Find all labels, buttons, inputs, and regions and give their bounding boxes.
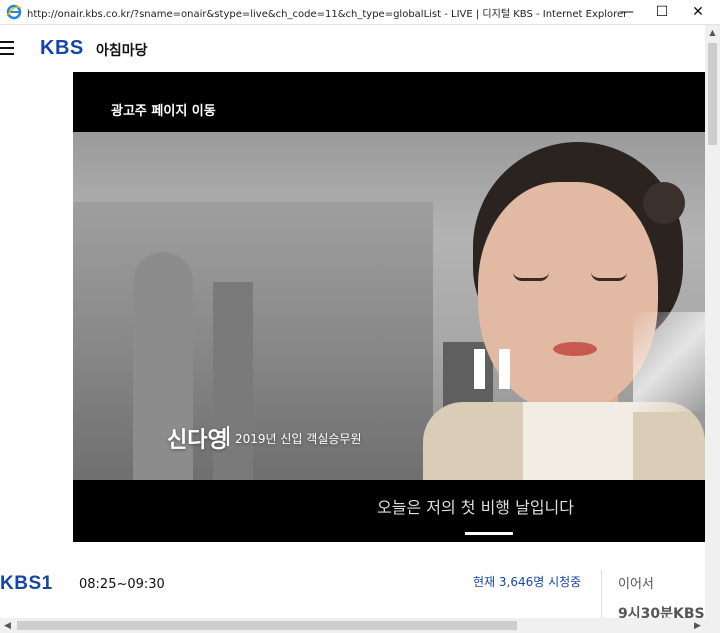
ad-bar: 광고주 페이지 이동 [73,72,705,132]
kbs-logo[interactable]: KBS [40,37,84,60]
subtitle-text: 오늘은 저의 첫 비행 날입니다 [377,498,574,517]
minimize-button[interactable]: — [610,0,644,24]
video-player[interactable]: 광고주 페이지 이동 신다영 2019년 신입 객실승무원 오늘은 저의 첫 비… [73,72,705,542]
subtitle-bar: 오늘은 저의 첫 비행 날입니다 [73,480,705,542]
horizontal-scrollbar[interactable]: ◀ ▶ [0,618,705,633]
maximize-button[interactable]: ☐ [645,0,679,24]
lips [553,342,597,356]
scroll-up-icon[interactable]: ▲ [705,25,720,40]
ie-icon [6,4,22,20]
minimize-icon: — [620,4,634,20]
light-flare [633,312,705,412]
advertiser-page-link[interactable]: 광고주 페이지 이동 [111,100,216,119]
caption-name: 신다영 [167,428,228,453]
pause-icon[interactable] [474,349,510,389]
slide-indicator[interactable] [465,532,513,535]
site-header: KBS 아침마당 [0,25,705,71]
window-title-bar: http://onair.kbs.co.kr/?sname=onair&styp… [0,0,720,25]
kbs1-channel-logo[interactable]: KBS1 [0,573,53,595]
scroll-right-icon[interactable]: ▶ [690,618,705,633]
close-icon: ✕ [692,4,704,20]
hamburger-menu-icon[interactable] [0,41,14,55]
divider [601,570,602,618]
eye [591,272,627,281]
vertical-scrollbar[interactable]: ▲ [705,25,720,618]
schedule-time: 08:25~09:30 [79,577,165,592]
vertical-scroll-thumb[interactable] [708,43,717,145]
horizontal-scroll-thumb[interactable] [17,621,517,630]
caption-divider [227,426,229,446]
maximize-icon: ☐ [655,4,669,20]
shirt-collar [523,402,633,480]
scrollbar-corner [705,618,720,633]
scroll-left-icon[interactable]: ◀ [0,618,15,633]
window-title: http://onair.kbs.co.kr/?sname=onair&styp… [27,9,628,20]
program-title: 아침마당 [96,43,148,59]
caption-role: 2019년 신입 객실승무원 [235,432,362,446]
close-button[interactable]: ✕ [681,0,715,24]
video-frame[interactable]: 신다영 2019년 신입 객실승무원 [73,132,705,480]
next-program-label: 이어서 [618,577,654,592]
hair-bun [643,182,685,224]
viewer-count: 현재 3,646명 시청중 [473,575,582,589]
eye [513,272,549,281]
